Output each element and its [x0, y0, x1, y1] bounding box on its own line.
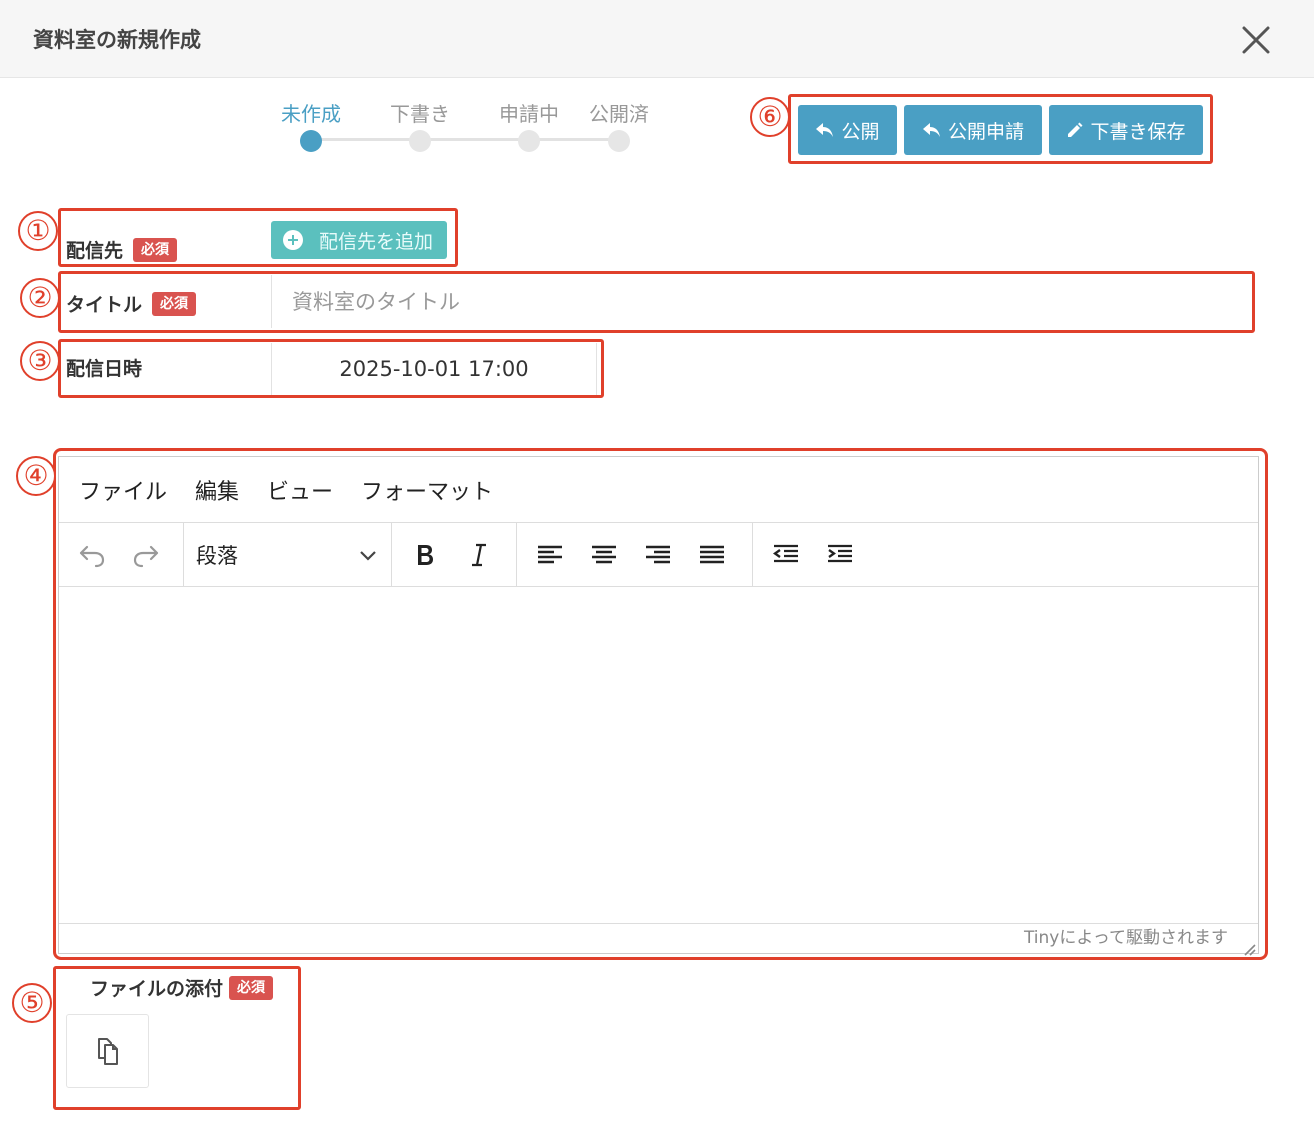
annotation-box-3	[58, 339, 604, 398]
annotation-number-5: ⑤	[12, 983, 52, 1023]
close-icon[interactable]	[1236, 20, 1276, 60]
annotation-box-4	[53, 448, 1268, 960]
annotation-box-6	[788, 94, 1213, 164]
step-uncreated: 未作成	[266, 98, 356, 152]
modal-title: 資料室の新規作成	[33, 28, 201, 52]
modal-header: 資料室の新規作成	[0, 0, 1314, 78]
annotation-number-3: ③	[20, 341, 60, 381]
step-label: 未作成	[281, 102, 341, 126]
step-dot	[518, 130, 540, 152]
step-label: 下書き	[390, 102, 450, 126]
status-steps: 未作成 下書き 申請中 公開済	[260, 98, 660, 158]
step-line	[305, 138, 625, 141]
annotation-number-6: ⑥	[750, 97, 790, 137]
annotation-box-5	[53, 966, 301, 1110]
step-published: 公開済	[574, 98, 664, 152]
annotation-number-1: ①	[18, 211, 58, 251]
step-dot	[409, 130, 431, 152]
step-dot	[608, 130, 630, 152]
step-requested: 申請中	[484, 98, 574, 152]
step-label: 公開済	[589, 102, 649, 126]
annotation-number-2: ②	[20, 278, 60, 318]
step-draft: 下書き	[375, 98, 465, 152]
annotation-box-2	[58, 271, 1255, 333]
annotation-box-1	[58, 208, 458, 267]
step-label: 申請中	[499, 102, 559, 126]
step-dot	[300, 130, 322, 152]
annotation-number-4: ④	[16, 456, 56, 496]
